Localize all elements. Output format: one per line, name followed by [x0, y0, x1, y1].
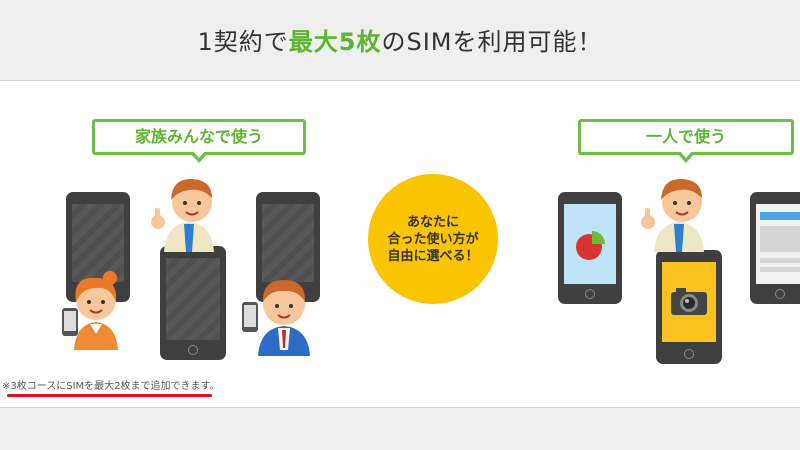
badge-line-2: 合った使い方が: [387, 232, 479, 247]
badge-line-1: あなたに: [406, 215, 459, 230]
browser-window-icon: [756, 204, 800, 284]
smartphone-icon: [160, 246, 226, 360]
boy-icon: [242, 280, 310, 356]
man-icon: [151, 178, 214, 252]
center-badge: あなたに 合った使い方が 自由に選べる！: [368, 174, 498, 304]
footer-bar: [0, 408, 800, 450]
smartphone-icon: [656, 250, 722, 364]
man-icon: [641, 178, 704, 252]
smartphone-icon: [750, 192, 800, 304]
badge-line-3: 自由に選べる！: [387, 249, 479, 264]
headline-pre: 1契約で: [197, 28, 289, 56]
footnote-underline: [7, 394, 212, 397]
smartphone-icon: [558, 192, 622, 304]
woman-icon: [62, 271, 118, 350]
headline-highlight: 最大5枚: [288, 28, 382, 56]
solo-use-bubble: 一人で使う: [578, 119, 794, 163]
family-use-bubble: 家族みんなで使う: [92, 119, 306, 163]
headline-post: のSIMを利用可能！: [381, 28, 603, 56]
page-headline: 1契約で最大5枚のSIMを利用可能！: [0, 22, 800, 57]
pie-chart-icon: [576, 231, 605, 260]
camera-icon: [671, 288, 707, 315]
footnote-text: ※3枚コースにSIMを最大2枚まで追加できます。: [2, 381, 220, 392]
header-bar: 1契約で最大5枚のSIMを利用可能！: [0, 0, 800, 81]
